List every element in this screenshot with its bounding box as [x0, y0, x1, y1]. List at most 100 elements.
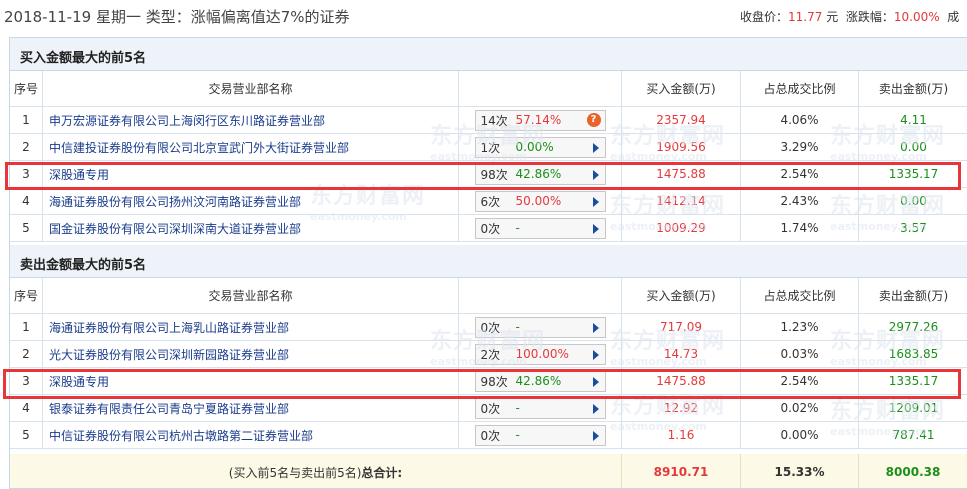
- broker-name-link[interactable]: 深股通专用: [43, 161, 459, 187]
- listing-times: 98次: [480, 374, 508, 389]
- share-percent: 3.29%: [741, 134, 859, 160]
- table-row: 4 银泰证券有限责任公司青岛宁夏路证券营业部 0次 - 12.92 0.02% 1209.0…: [10, 395, 967, 422]
- table-row: 2 中信建投证券股份有限公司北京宣武门外大街证券营业部 1次 0.00% 1909.56…: [10, 134, 967, 161]
- listing-count-cell: 98次 42.86%: [459, 161, 622, 187]
- listing-count-button[interactable]: 98次 42.86%: [474, 370, 606, 392]
- total-sell: 8000.38: [859, 454, 967, 488]
- buy-amount: 1009.29: [622, 215, 741, 241]
- date-type-line: 2018-11-19 星期一 类型：涨幅偏离值达7%的证券: [4, 8, 350, 26]
- listing-count-button[interactable]: 0次 -: [474, 316, 606, 338]
- listing-count-button[interactable]: 14次 57.14%?: [474, 109, 606, 131]
- share-percent: 0.02%: [741, 395, 859, 421]
- buy-amount: 1909.56: [622, 134, 741, 160]
- top-info-bar: 2018-11-19 星期一 类型：涨幅偏离值达7%的证券 收盘价：11.77 …: [0, 0, 967, 32]
- right-triangle-icon[interactable]: [592, 142, 599, 153]
- broker-name-link[interactable]: 国金证券股份有限公司深圳深南大道证券营业部: [43, 215, 459, 241]
- listing-count-button[interactable]: 2次 100.00%: [474, 343, 606, 365]
- row-number: 1: [10, 314, 43, 340]
- listing-times: 6次: [480, 194, 501, 209]
- listing-count-button[interactable]: 6次 50.00%: [474, 190, 606, 212]
- broker-name-link[interactable]: 中信建投证券股份有限公司北京宣武门外大街证券营业部: [43, 134, 459, 160]
- close-price-value: 11.77: [788, 10, 823, 24]
- table-row: 3 深股通专用 98次 42.86% 1475.88 2.54% 1335.17: [10, 368, 967, 395]
- col-header-pct: 占总成交比例: [741, 278, 859, 313]
- broker-name-link[interactable]: 深股通专用: [43, 368, 459, 394]
- total-pct: 15.33%: [741, 454, 859, 488]
- row-number: 3: [10, 161, 43, 187]
- broker-name-link[interactable]: 申万宏源证券有限公司上海闵行区东川路证券营业部: [43, 107, 459, 133]
- listing-count-cell: 0次 -: [459, 314, 622, 340]
- sell-section-title: 卖出金额最大的前5名: [10, 245, 967, 278]
- listing-times: 0次: [480, 320, 501, 335]
- broker-name-link[interactable]: 银泰证券有限责任公司青岛宁夏路证券营业部: [43, 395, 459, 421]
- right-triangle-icon[interactable]: [592, 376, 599, 387]
- listing-count-button[interactable]: 0次 -: [474, 397, 606, 419]
- right-triangle-icon[interactable]: [592, 169, 599, 180]
- change-value: 10.00%: [893, 10, 940, 24]
- col-header-count: [459, 71, 622, 106]
- col-header-name: 交易营业部名称: [43, 71, 459, 106]
- broker-name-link[interactable]: 海通证券股份有限公司扬州汶河南路证券营业部: [43, 188, 459, 214]
- col-header-no: 序号: [10, 71, 43, 106]
- right-triangle-icon[interactable]: [592, 223, 599, 234]
- broker-name-link[interactable]: 海通证券股份有限公司上海乳山路证券营业部: [43, 314, 459, 340]
- broker-name-link[interactable]: 中信证券股份有限公司杭州古墩路第二证券营业部: [43, 422, 459, 448]
- share-percent: 1.23%: [741, 314, 859, 340]
- listing-rate: 42.86%: [515, 167, 562, 181]
- table-row: 5 国金证券股份有限公司深圳深南大道证券营业部 0次 - 1009.29 1.74% 3.5…: [10, 215, 967, 242]
- sell-amount: 4.11: [900, 113, 927, 127]
- right-triangle-icon[interactable]: [592, 322, 599, 333]
- listing-count-cell: 1次 0.00%: [459, 134, 622, 160]
- buy-amount: 1475.88: [622, 368, 741, 394]
- dragon-tiger-table: 买入金额最大的前5名 序号 交易营业部名称 买入金额(万) 占总成交比例 卖出金额(万)…: [9, 37, 967, 489]
- listing-rate: -: [515, 221, 520, 235]
- question-bubble-icon[interactable]: ?: [586, 112, 601, 127]
- listing-rate: 57.14%: [515, 113, 562, 127]
- row-number: 5: [10, 215, 43, 241]
- table-row: 1 海通证券股份有限公司上海乳山路证券营业部 0次 - 717.09 1.23% 2977.…: [10, 314, 967, 341]
- listing-times: 98次: [480, 167, 508, 182]
- total-buy: 8910.71: [622, 454, 741, 488]
- buy-amount: 1475.88: [622, 161, 741, 187]
- table-row: 4 海通证券股份有限公司扬州汶河南路证券营业部 6次 50.00% 1412.14 2.4…: [10, 188, 967, 215]
- buy-amount: 717.09: [622, 314, 741, 340]
- right-triangle-icon[interactable]: [592, 430, 599, 441]
- sell-amount: 1683.85: [888, 347, 939, 361]
- row-number: 1: [10, 107, 43, 133]
- col-header-sell: 卖出金额(万): [878, 82, 949, 96]
- share-percent: 2.54%: [741, 161, 859, 187]
- listing-rate: 50.00%: [515, 194, 562, 208]
- listing-count-cell: 98次 42.86%: [459, 368, 622, 394]
- listing-count-button[interactable]: 0次 -: [474, 217, 606, 239]
- table-row: 2 光大证券股份有限公司深圳新园路证券营业部 2次 100.00% 14.73 0.03%…: [10, 341, 967, 368]
- sell-amount: 1335.17: [888, 167, 939, 181]
- listing-rate: -: [515, 401, 520, 415]
- listing-count-cell: 0次 -: [459, 422, 622, 448]
- col-header-buy: 买入金额(万): [622, 278, 741, 313]
- share-percent: 4.06%: [741, 107, 859, 133]
- listing-times: 0次: [480, 221, 501, 236]
- listing-count-button[interactable]: 1次 0.00%: [474, 136, 606, 158]
- right-triangle-icon[interactable]: [592, 403, 599, 414]
- broker-name-link[interactable]: 光大证券股份有限公司深圳新园路证券营业部: [43, 341, 459, 367]
- right-triangle-icon[interactable]: [592, 196, 599, 207]
- share-percent: 2.43%: [741, 188, 859, 214]
- share-percent: 0.03%: [741, 341, 859, 367]
- sell-amount: 787.41: [892, 428, 935, 442]
- listing-times: 2次: [480, 347, 501, 362]
- buy-amount: 12.92: [622, 395, 741, 421]
- col-header-sell: 卖出金额(万): [878, 289, 949, 303]
- row-number: 4: [10, 395, 43, 421]
- listing-count-button[interactable]: 98次 42.86%: [474, 163, 606, 185]
- sell-amount: 0.00: [900, 140, 927, 154]
- listing-count-button[interactable]: 0次 -: [474, 424, 606, 446]
- row-number: 2: [10, 134, 43, 160]
- listing-count-cell: 0次 -: [459, 215, 622, 241]
- buy-amount: 1.16: [622, 422, 741, 448]
- listing-count-cell: 14次 57.14%?: [459, 107, 622, 133]
- right-triangle-icon[interactable]: [592, 349, 599, 360]
- col-header-count: [459, 278, 622, 313]
- column-header-row: 序号 交易营业部名称 买入金额(万) 占总成交比例 卖出金额(万): [10, 71, 967, 107]
- listing-rate: 100.00%: [515, 347, 569, 361]
- table-row: 1 申万宏源证券有限公司上海闵行区东川路证券营业部 14次 57.14%? 2357.9…: [10, 107, 967, 134]
